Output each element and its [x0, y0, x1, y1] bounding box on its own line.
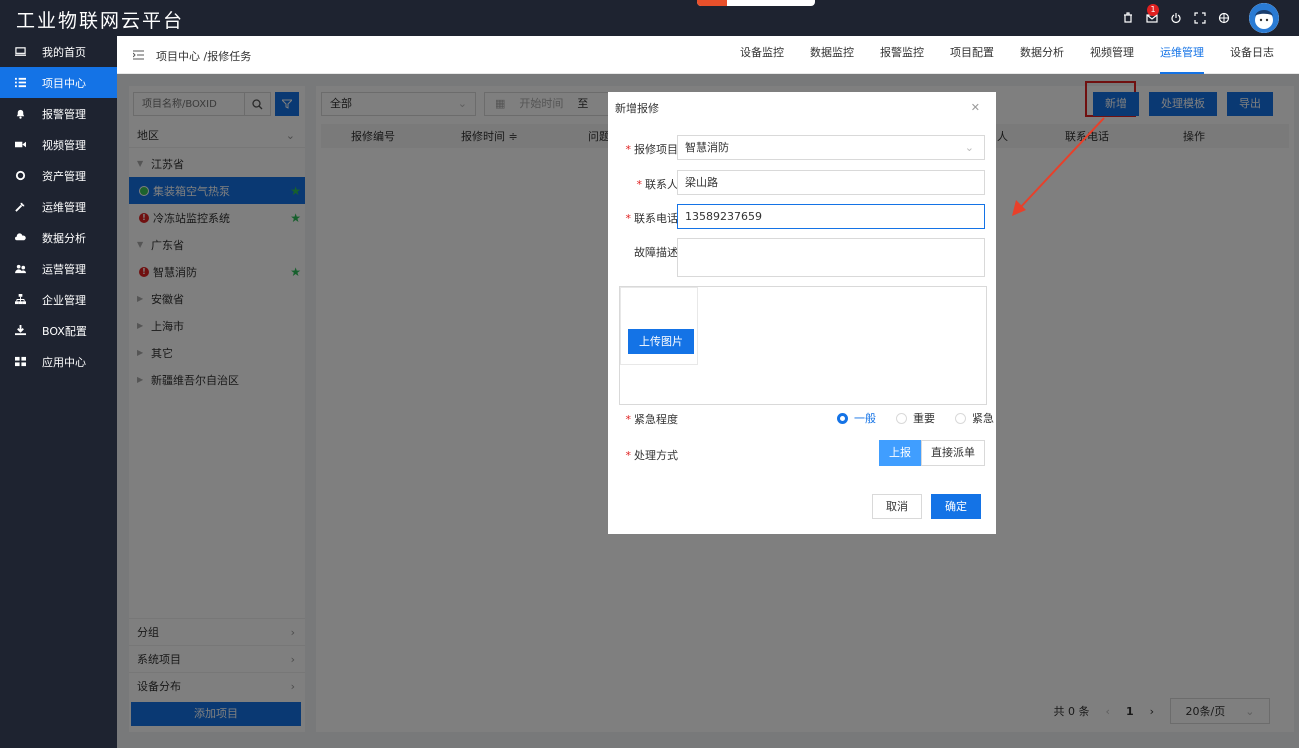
sidebar-item-maintenance[interactable]: 运维管理 [0, 191, 117, 222]
fullscreen-icon[interactable] [1193, 11, 1207, 25]
globe-icon[interactable] [1217, 11, 1231, 25]
tab-data-monitor[interactable]: 数据监控 [797, 36, 867, 74]
urgency-row: * 紧急程度 一般 重要 紧急 [608, 405, 996, 431]
project-field-row: * 报修项目 智慧消防 ⌄ [608, 135, 996, 161]
tools-icon[interactable] [1121, 11, 1135, 25]
top-toolbar: 1 [1121, 3, 1279, 33]
tab-project-config[interactable]: 项目配置 [937, 36, 1007, 74]
cancel-button[interactable]: 取消 [872, 494, 922, 519]
menu-toggle-icon[interactable] [132, 50, 144, 63]
page-header: 项目中心 /报修任务 设备监控 数据监控 报警监控 项目配置 数据分析 视频管理… [117, 36, 1299, 74]
power-icon[interactable] [1169, 11, 1183, 25]
sidebar: 我的首页 项目中心 报警管理 视频管理 资产管理 运维管理 数据分析 运营管理 … [0, 36, 117, 748]
description-textarea[interactable] [677, 238, 985, 277]
app-title: 工业物联网云平台 [16, 10, 185, 32]
image-upload-area: 上传图片 [619, 286, 987, 405]
description-field-row: 故障描述 [608, 238, 996, 277]
radio-urgent[interactable]: 紧急 [955, 410, 994, 426]
close-icon[interactable]: ✕ [971, 101, 980, 114]
video-icon [14, 139, 26, 151]
download-icon [14, 325, 26, 337]
people-icon [14, 263, 26, 275]
confirm-button[interactable]: 确定 [931, 494, 981, 519]
list-icon [14, 77, 26, 89]
method-dispatch[interactable]: 直接派单 [921, 440, 985, 466]
dialog-footer: 取消 确定 [872, 494, 981, 519]
sidebar-item-home[interactable]: 我的首页 [0, 36, 117, 67]
notification-badge: 1 [1147, 4, 1159, 16]
chevron-down-icon: ⌄ [964, 141, 974, 154]
radio-normal[interactable]: 一般 [837, 410, 876, 426]
grid-icon [14, 356, 26, 368]
cloud-icon [14, 232, 26, 244]
new-repair-dialog: 新增报修 ✕ * 报修项目 智慧消防 ⌄ * 联系人 梁山路 * 联系电话 135892… [608, 92, 996, 534]
tab-maintenance[interactable]: 运维管理 [1147, 36, 1217, 74]
wrench-icon [14, 201, 26, 213]
tab-video-management[interactable]: 视频管理 [1077, 36, 1147, 74]
method-row: * 处理方式 上报 直接派单 [608, 440, 996, 467]
tab-alarm-monitor[interactable]: 报警监控 [867, 36, 937, 74]
sidebar-item-box-config[interactable]: BOX配置 [0, 315, 117, 346]
contact-field-row: * 联系人 梁山路 [608, 170, 996, 196]
avatar[interactable] [1249, 3, 1279, 33]
sidebar-item-alarm[interactable]: 报警管理 [0, 98, 117, 129]
contact-input[interactable]: 梁山路 [677, 170, 985, 195]
brand-logo [697, 0, 815, 6]
method-report[interactable]: 上报 [879, 440, 921, 466]
dialog-title: 新增报修 [615, 102, 659, 115]
method-toggle: 上报 直接派单 [879, 440, 985, 466]
module-tabs: 设备监控 数据监控 报警监控 项目配置 数据分析 视频管理 运维管理 设备日志 [727, 36, 1287, 74]
sidebar-item-app-center[interactable]: 应用中心 [0, 346, 117, 377]
phone-field-row: * 联系电话 13589237659 [608, 204, 996, 230]
tab-device-monitor[interactable]: 设备监控 [727, 36, 797, 74]
radio-important[interactable]: 重要 [896, 410, 935, 426]
top-bar: 工业物联网云平台 1 [0, 0, 1299, 36]
sidebar-item-data-analysis[interactable]: 数据分析 [0, 222, 117, 253]
bell-icon [14, 108, 26, 120]
tab-device-log[interactable]: 设备日志 [1217, 36, 1287, 74]
monitor-icon [14, 46, 26, 58]
urgency-radio-group: 一般 重要 紧急 [837, 405, 994, 431]
sidebar-item-project-center[interactable]: 项目中心 [0, 67, 117, 98]
upload-card: 上传图片 [620, 287, 698, 365]
org-icon [14, 294, 26, 306]
project-select[interactable]: 智慧消防 ⌄ [677, 135, 985, 160]
phone-input[interactable]: 13589237659 [677, 204, 985, 229]
mail-icon[interactable]: 1 [1145, 4, 1159, 25]
annotation-arrow [1012, 117, 1105, 216]
sidebar-item-video[interactable]: 视频管理 [0, 129, 117, 160]
tab-data-analysis[interactable]: 数据分析 [1007, 36, 1077, 74]
breadcrumb: 项目中心 /报修任务 [132, 48, 251, 64]
upload-image-button[interactable]: 上传图片 [628, 329, 694, 354]
sidebar-item-enterprise[interactable]: 企业管理 [0, 284, 117, 315]
sidebar-item-assets[interactable]: 资产管理 [0, 160, 117, 191]
recycle-icon [14, 170, 26, 182]
sidebar-item-operations[interactable]: 运营管理 [0, 253, 117, 284]
